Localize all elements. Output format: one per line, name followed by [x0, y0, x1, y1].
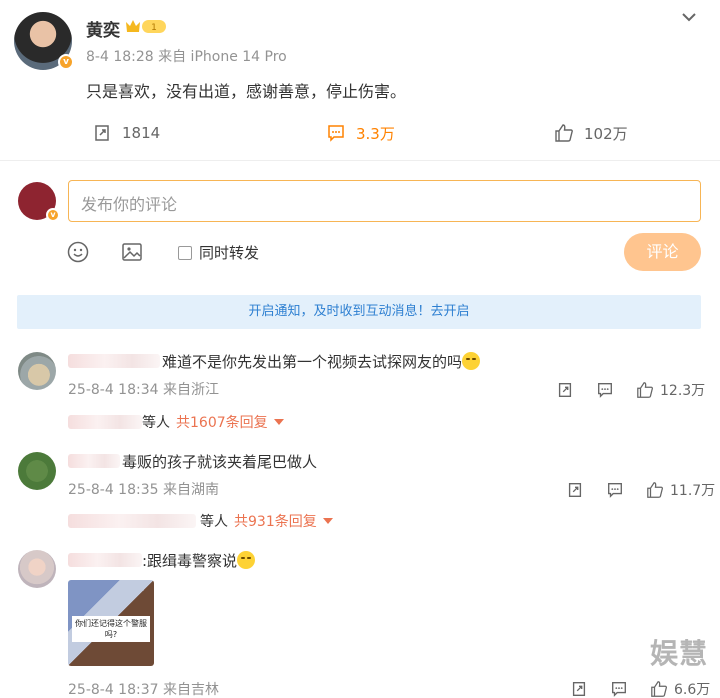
- thumbs-up-icon[interactable]: [646, 481, 664, 499]
- masked-username: [68, 354, 160, 368]
- masked-username: [68, 454, 120, 468]
- verified-icon: v: [46, 208, 60, 222]
- comment-input[interactable]: 发布你的评论: [68, 180, 701, 222]
- comment-text: 毒贩的孩子就该夹着尾巴做人: [122, 453, 318, 471]
- emoji-icon: [237, 551, 256, 569]
- divider: [0, 160, 720, 161]
- comment-actions: 12.3万: [556, 380, 705, 400]
- notification-banner[interactable]: 开启通知，及时收到互动消息！去开启: [17, 295, 701, 329]
- repost-icon[interactable]: [556, 381, 574, 399]
- comment-like-count: 11.7万: [670, 483, 716, 499]
- masked-username: [68, 553, 142, 567]
- reply-summary[interactable]: 等人 共931条回复: [68, 511, 333, 531]
- masked-username: [68, 415, 142, 429]
- comment-button[interactable]: 3.3万: [326, 120, 395, 146]
- emoji-icon: [462, 352, 481, 370]
- reply-summary[interactable]: 等人 共1607条回复: [68, 412, 284, 432]
- sync-repost-checkbox[interactable]: 同时转发: [178, 242, 259, 263]
- repost-button[interactable]: 1814: [92, 120, 160, 146]
- thumbs-up-icon: [555, 124, 573, 142]
- like-count: 102万: [584, 124, 628, 143]
- reply-suffix: 等人: [142, 415, 170, 431]
- comment-text: :跟缉毒警察说: [142, 550, 256, 571]
- comment-meta: 25-8-4 18:35 来自湖南: [68, 482, 219, 498]
- verified-icon: v: [58, 54, 74, 70]
- caret-down-icon: [273, 419, 284, 425]
- sync-repost-label: 同时转发: [199, 244, 260, 262]
- commenter-avatar[interactable]: [18, 352, 56, 390]
- commenter-avatar[interactable]: [18, 452, 56, 490]
- comment-actions: 11.7万: [566, 480, 715, 500]
- comment-icon[interactable]: [610, 680, 628, 698]
- comment-image[interactable]: 你们还记得这个警服吗?: [68, 580, 154, 666]
- reply-count-link[interactable]: 共931条回复: [234, 511, 317, 531]
- comment-text: 难道不是你先发出第一个视频去试探网友的吗: [162, 351, 481, 372]
- image-caption: 你们还记得这个警服吗?: [72, 616, 150, 642]
- comment-meta: 25-8-4 18:37 来自吉林: [68, 682, 219, 698]
- watermark: 娱慧: [649, 637, 708, 670]
- repost-icon[interactable]: [566, 481, 584, 499]
- vip-crown-icon[interactable]: 1: [124, 17, 168, 36]
- post-text: 只是喜欢，没有出道，感谢善意，停止伤害。: [86, 82, 407, 101]
- comment-like-count: 12.3万: [660, 383, 706, 399]
- comment-icon[interactable]: [606, 481, 624, 499]
- comment-text-content: :跟缉毒警察说: [142, 552, 238, 570]
- reply-suffix: 等人: [200, 514, 228, 530]
- comment-like-count: 6.6万: [674, 682, 711, 698]
- comment-text-content: 难道不是你先发出第一个视频去试探网友的吗: [162, 353, 463, 371]
- chevron-down-icon[interactable]: [680, 8, 698, 26]
- emoji-icon[interactable]: [66, 240, 90, 264]
- comment-meta: 25-8-4 18:34 来自浙江: [68, 382, 219, 398]
- caret-down-icon: [322, 518, 333, 524]
- submit-comment-button[interactable]: 评论: [624, 233, 701, 271]
- commenter-avatar[interactable]: [18, 550, 56, 588]
- my-avatar[interactable]: v: [18, 182, 60, 222]
- repost-icon[interactable]: [570, 680, 588, 698]
- thumbs-up-icon[interactable]: [650, 680, 668, 698]
- comment-actions: 6.6万: [570, 679, 710, 698]
- post-meta: 8-4 18:28 来自 iPhone 14 Pro: [86, 49, 287, 65]
- comment-icon[interactable]: [596, 381, 614, 399]
- thumbs-up-icon[interactable]: [636, 381, 654, 399]
- author-name[interactable]: 黄奕: [86, 16, 120, 41]
- repost-icon: [95, 125, 109, 141]
- comment-icon: [328, 125, 344, 142]
- masked-username: [68, 514, 196, 528]
- checkbox[interactable]: [178, 245, 192, 260]
- comment-count: 3.3万: [356, 124, 395, 143]
- repost-count: 1814: [122, 124, 161, 142]
- image-icon[interactable]: [120, 240, 144, 264]
- like-button[interactable]: 102万: [554, 120, 628, 146]
- reply-count-link[interactable]: 共1607条回复: [176, 412, 268, 432]
- level-badge-text: 1: [151, 23, 157, 33]
